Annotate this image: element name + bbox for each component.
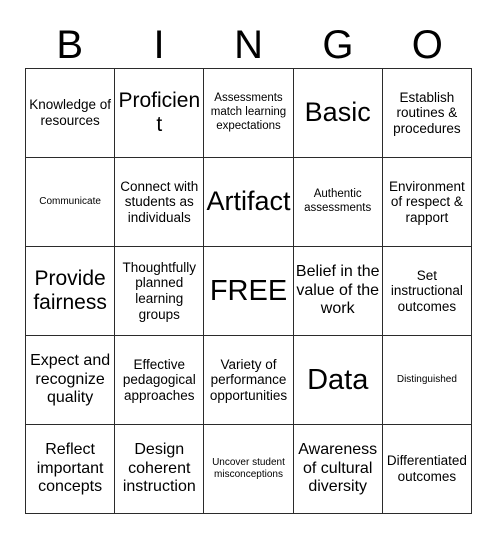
bingo-header-letter-b: B (56, 23, 84, 67)
bingo-cell-label: Differentiated outcomes (386, 453, 467, 484)
bingo-cell-r4c1[interactable]: Expect and recognize quality (26, 336, 116, 425)
bingo-cell-label: Provide fairness (33, 267, 107, 314)
bingo-header-letter-o: O (411, 23, 443, 67)
bingo-cell-r2c3[interactable]: Artifact (204, 158, 294, 247)
bingo-cell-r5c3[interactable]: Uncover student misconceptions (204, 425, 294, 514)
bingo-cell-label: FREE (209, 274, 288, 307)
bingo-cell-label: Belief in the value of the work (295, 263, 380, 318)
bingo-header-letter-n: N (234, 23, 263, 67)
bingo-cell-label: Basic (304, 97, 371, 128)
bingo-cell-label: Set instructional outcomes (390, 267, 463, 314)
bingo-cell-r4c5[interactable]: Distinguished (382, 336, 472, 425)
bingo-cell-label: Knowledge of resources (29, 97, 111, 128)
bingo-cell-r5c2[interactable]: Design coherent instruction (115, 425, 205, 514)
bingo-cell-label: Expect and recognize quality (30, 352, 111, 407)
bingo-cell-label: Authentic assessments (304, 188, 372, 214)
bingo-cell-label: Establish routines & procedures (393, 89, 461, 136)
bingo-cell-r1c5[interactable]: Establish routines & procedures (382, 69, 472, 158)
bingo-cell-label: Thoughtfully planned learning groups (122, 259, 197, 322)
bingo-cell-label: Environment of respect & rapport (388, 178, 465, 225)
bingo-header-letter-g: G (322, 23, 354, 67)
bingo-cell-r1c3[interactable]: Assessments match learning expectations (204, 69, 294, 158)
bingo-cell-r2c1[interactable]: Communicate (26, 158, 116, 247)
bingo-cell-label: Effective pedagogical approaches (122, 356, 196, 403)
bingo-cell-r5c4[interactable]: Awareness of cultural diversity (293, 425, 383, 514)
bingo-header: BINGO (25, 22, 472, 68)
bingo-cell-r5c1[interactable]: Reflect important concepts (26, 425, 116, 514)
bingo-grid: Knowledge of resources Proficient Assessme… (25, 68, 472, 514)
bingo-card: B I N G O Knowledge of resources Proficient As… (0, 0, 500, 544)
bingo-cell-r2c4[interactable]: Authentic assessments (293, 158, 383, 247)
bingo-cell-r3c5[interactable]: Set instructional outcomes (382, 247, 472, 336)
bingo-cell-label: Design coherent instruction (122, 441, 196, 496)
bingo-cell-r3c4[interactable]: Belief in the value of the work (293, 247, 383, 336)
bingo-cell-label: Awareness of cultural diversity (298, 441, 378, 496)
bingo-cell-label: Data (307, 363, 369, 396)
bingo-cell-label: Uncover student misconceptions (212, 456, 285, 480)
bingo-cell-label: Variety of performance opportunities (209, 356, 288, 403)
bingo-free-space[interactable]: FREE (204, 247, 294, 336)
bingo-header-letter-i: I (153, 23, 165, 67)
bingo-cell-r4c3[interactable]: Variety of performance opportunities (204, 336, 294, 425)
bingo-cell-r3c2[interactable]: Thoughtfully planned learning groups (115, 247, 205, 336)
bingo-cell-label: Distinguished (396, 373, 457, 385)
bingo-cell-r1c4[interactable]: Basic (293, 69, 383, 158)
bingo-cell-r4c4[interactable]: Data (293, 336, 383, 425)
bingo-cell-r1c2[interactable]: Proficient (115, 69, 205, 158)
bingo-cell-r5c5[interactable]: Differentiated outcomes (382, 425, 472, 514)
bingo-cell-r4c2[interactable]: Effective pedagogical approaches (115, 336, 205, 425)
bingo-cell-label: Assessments match learning expectations (210, 92, 287, 132)
bingo-cell-label: Proficient (118, 89, 201, 136)
bingo-cell-r2c2[interactable]: Connect with students as individuals (115, 158, 205, 247)
bingo-cell-label: Connect with students as individuals (120, 178, 199, 225)
bingo-cell-r1c1[interactable]: Knowledge of resources (26, 69, 116, 158)
bingo-cell-r3c1[interactable]: Provide fairness (26, 247, 116, 336)
bingo-cell-r2c5[interactable]: Environment of respect & rapport (382, 158, 472, 247)
bingo-cell-label: Communicate (39, 195, 101, 207)
bingo-cell-label: Artifact (206, 186, 291, 217)
bingo-cell-label: Reflect important concepts (36, 441, 104, 496)
